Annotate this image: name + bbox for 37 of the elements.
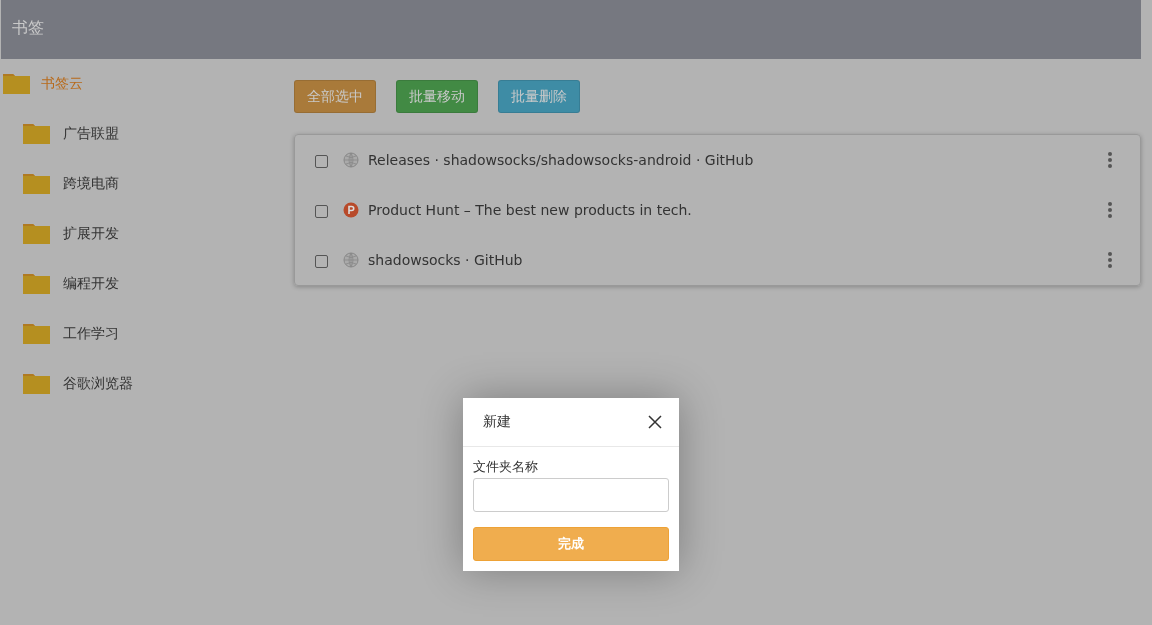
p-logo-icon xyxy=(343,202,359,218)
folder-label: 扩展开发 xyxy=(63,225,119,243)
folder-label: 编程开发 xyxy=(63,275,119,293)
more-icon[interactable] xyxy=(1107,251,1113,269)
folder-icon xyxy=(23,224,50,244)
bookmark-title[interactable]: Product Hunt – The best new products in tech. xyxy=(368,202,1107,218)
folder-label: 跨境电商 xyxy=(63,175,119,193)
folder-icon xyxy=(23,374,50,394)
dialog-title: 新建 xyxy=(483,413,511,431)
more-icon[interactable] xyxy=(1107,201,1113,219)
bookmark-title[interactable]: shadowsocks · GitHub xyxy=(368,252,1107,268)
folder-label: 广告联盟 xyxy=(63,125,119,143)
folder-label: 书签云 xyxy=(41,75,83,93)
folder-item[interactable]: 广告联盟 xyxy=(20,109,290,159)
folder-item[interactable]: 工作学习 xyxy=(20,309,290,359)
folder-icon xyxy=(23,324,50,344)
folder-icon xyxy=(3,74,30,94)
field-label: 文件夹名称 xyxy=(473,458,539,476)
folder-icon xyxy=(23,174,50,194)
checkbox[interactable] xyxy=(315,155,328,168)
globe-icon xyxy=(343,252,359,268)
folder-label: 谷歌浏览器 xyxy=(63,375,133,393)
more-icon[interactable] xyxy=(1107,151,1113,169)
folder-label: 工作学习 xyxy=(63,325,119,343)
folder-item[interactable]: 编程开发 xyxy=(20,259,290,309)
folder-icon xyxy=(23,274,50,294)
folder-item[interactable]: 扩展开发 xyxy=(20,209,290,259)
folder-name-field[interactable] xyxy=(473,478,669,512)
header-title: 书签 xyxy=(12,18,44,37)
close-icon[interactable] xyxy=(648,415,662,429)
checkbox[interactable] xyxy=(315,205,328,218)
checkbox[interactable] xyxy=(315,255,328,268)
globe-icon xyxy=(343,152,359,168)
folder-item[interactable]: 谷歌浏览器 xyxy=(20,359,290,409)
bookmark-title[interactable]: Releases · shadowsocks/shadowsocks-android · GitHub xyxy=(368,152,1107,168)
folder-icon xyxy=(23,124,50,144)
folder-item[interactable]: 跨境电商 xyxy=(20,159,290,209)
